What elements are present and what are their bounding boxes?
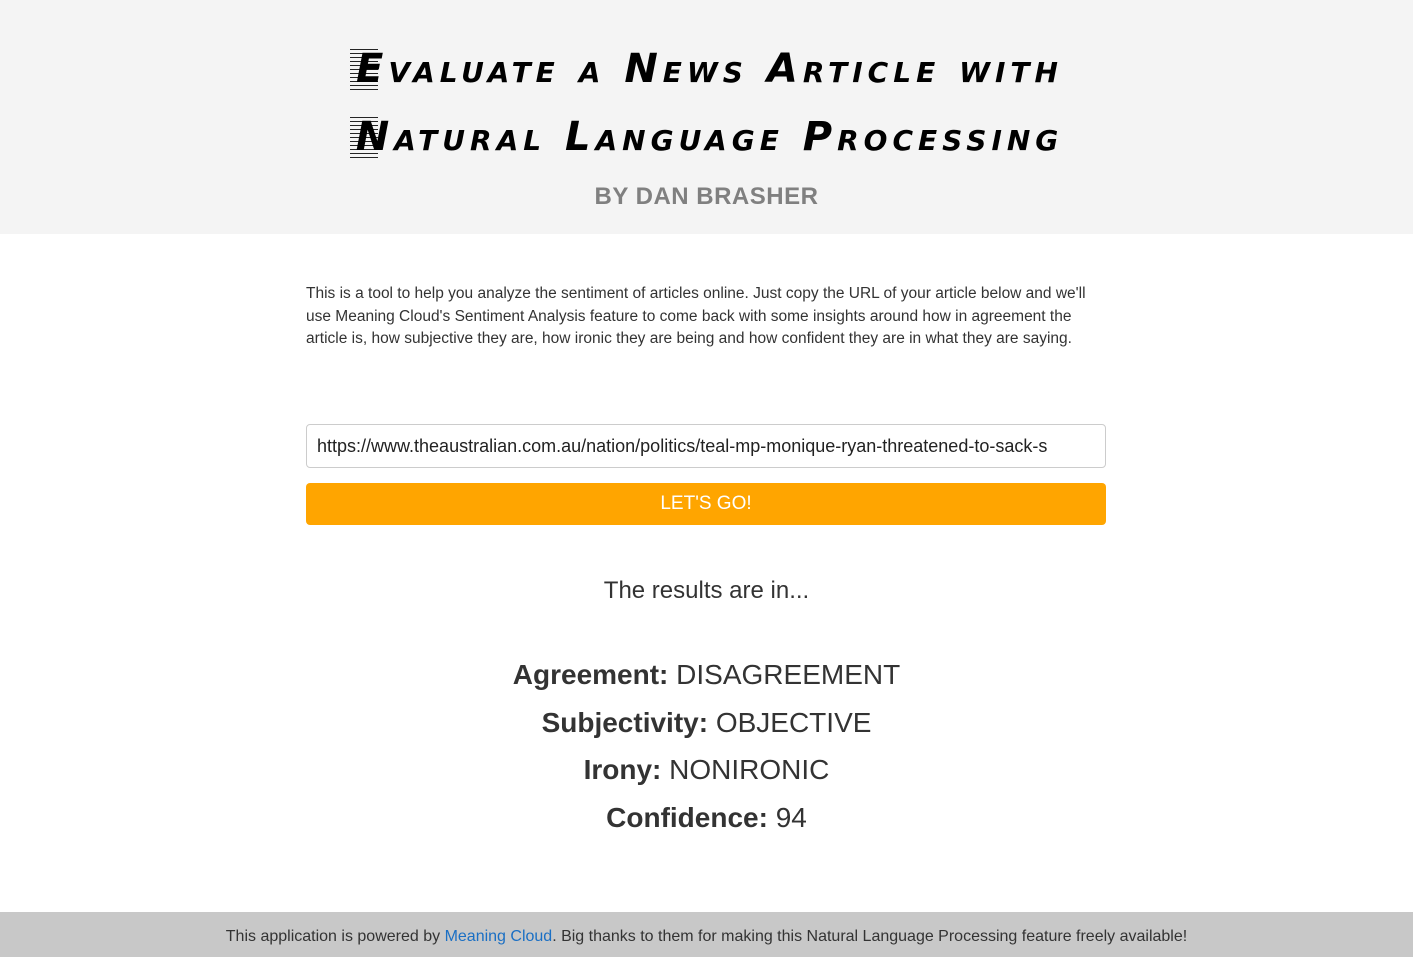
page-title-line-2: Natural Language Processing (0, 114, 1413, 160)
confidence-result: Confidence: 94 (0, 802, 1413, 834)
author-byline: BY DAN BRASHER (594, 183, 819, 210)
irony-result: Irony: NONIRONIC (0, 754, 1413, 786)
intro-paragraph: This is a tool to help you analyze the s… (306, 285, 1086, 347)
results-heading: The results are in... (603, 577, 810, 604)
irony-value: NONIRONIC (669, 754, 830, 785)
article-url-input[interactable] (306, 424, 1106, 468)
page-title-line-1: Evaluate a News Article with (0, 46, 1413, 92)
subjectivity-value: OBJECTIVE (715, 707, 872, 738)
agreement-value: DISAGREEMENT (676, 659, 901, 690)
footer-text-before: This application is powered by (225, 928, 445, 945)
meaning-cloud-link[interactable]: Meaning Cloud (445, 928, 553, 945)
agreement-result: Agreement: DISAGREEMENT (0, 659, 1413, 691)
irony-label: Irony: (583, 754, 662, 785)
agreement-label: Agreement: (512, 659, 669, 690)
lets-go-button[interactable]: LET'S GO! (306, 483, 1106, 525)
page-footer: This application is powered by Meaning C… (0, 912, 1413, 957)
footer-text-after: . Big thanks to them for making this Nat… (552, 928, 1188, 945)
title-text-1: Evaluate a News Article with (350, 46, 1063, 92)
confidence-label: Confidence: (606, 802, 768, 833)
subjectivity-label: Subjectivity: (541, 707, 709, 738)
subjectivity-result: Subjectivity: OBJECTIVE (0, 707, 1413, 739)
confidence-value: 94 (775, 802, 807, 833)
title-text-2: Natural Language Processing (349, 114, 1064, 160)
page-header: Evaluate a News Article with Natural Lan… (0, 0, 1413, 234)
